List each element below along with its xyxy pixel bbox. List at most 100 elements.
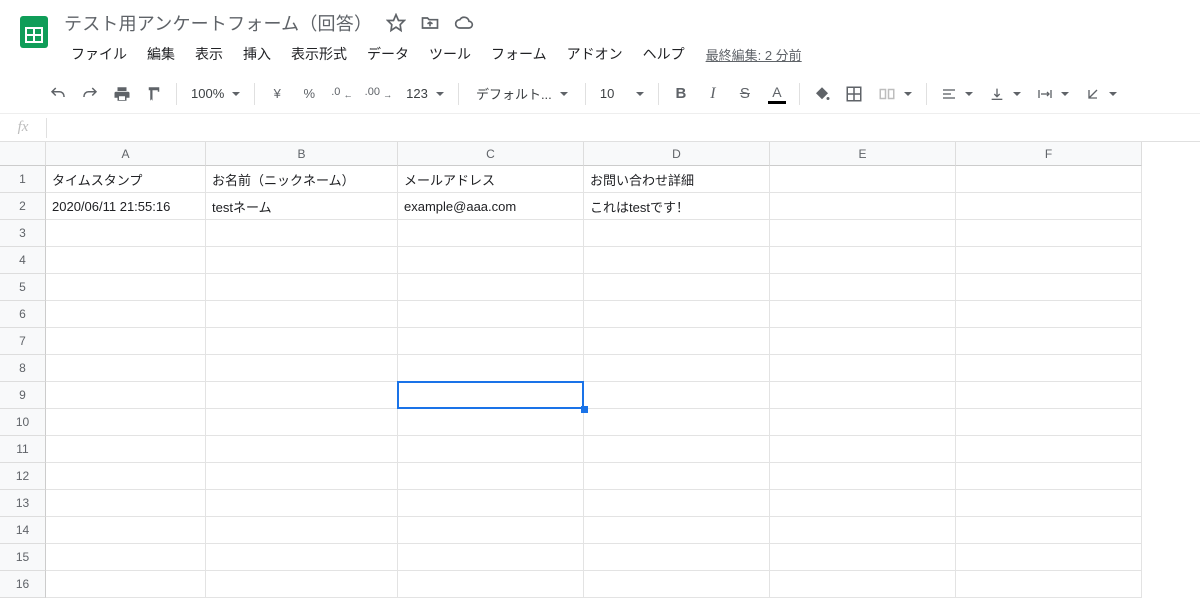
cell-C2[interactable]: example@aaa.com: [398, 193, 584, 220]
cell-B8[interactable]: [206, 355, 398, 382]
cell-D12[interactable]: [584, 463, 770, 490]
print-button[interactable]: [108, 80, 136, 108]
cell-D7[interactable]: [584, 328, 770, 355]
cell-B15[interactable]: [206, 544, 398, 571]
cell-B14[interactable]: [206, 517, 398, 544]
decrease-decimal-button[interactable]: .0 ←: [327, 80, 356, 108]
row-header[interactable]: 14: [0, 517, 46, 544]
col-header-E[interactable]: E: [770, 142, 956, 166]
cell-A3[interactable]: [46, 220, 206, 247]
cell-D13[interactable]: [584, 490, 770, 517]
document-title[interactable]: テスト用アンケートフォーム（回答）: [64, 10, 372, 36]
text-wrap-button[interactable]: [1031, 80, 1075, 108]
zoom-select[interactable]: 100%: [185, 80, 246, 108]
cell-A9[interactable]: [46, 382, 206, 409]
increase-decimal-button[interactable]: .00 →: [361, 80, 397, 108]
cell-F14[interactable]: [956, 517, 1142, 544]
row-header[interactable]: 4: [0, 247, 46, 274]
cell-C13[interactable]: [398, 490, 584, 517]
cell-A15[interactable]: [46, 544, 206, 571]
cell-E3[interactable]: [770, 220, 956, 247]
text-color-button[interactable]: A: [763, 80, 791, 108]
cell-B12[interactable]: [206, 463, 398, 490]
menu-help[interactable]: ヘルプ: [634, 40, 694, 68]
cell-C4[interactable]: [398, 247, 584, 274]
row-header[interactable]: 3: [0, 220, 46, 247]
row-header[interactable]: 15: [0, 544, 46, 571]
cell-B3[interactable]: [206, 220, 398, 247]
cell-A13[interactable]: [46, 490, 206, 517]
menu-file[interactable]: ファイル: [62, 40, 136, 68]
cell-C16[interactable]: [398, 571, 584, 598]
cell-B1[interactable]: お名前（ニックネーム）: [206, 166, 398, 193]
row-header[interactable]: 16: [0, 571, 46, 598]
row-header[interactable]: 1: [0, 166, 46, 193]
cell-B6[interactable]: [206, 301, 398, 328]
menu-view[interactable]: 表示: [186, 40, 232, 68]
cell-C14[interactable]: [398, 517, 584, 544]
cell-B5[interactable]: [206, 274, 398, 301]
undo-button[interactable]: [44, 80, 72, 108]
cell-A11[interactable]: [46, 436, 206, 463]
cell-E10[interactable]: [770, 409, 956, 436]
row-header[interactable]: 5: [0, 274, 46, 301]
menu-tools[interactable]: ツール: [420, 40, 480, 68]
fill-color-button[interactable]: [808, 80, 836, 108]
cell-D6[interactable]: [584, 301, 770, 328]
col-header-B[interactable]: B: [206, 142, 398, 166]
fx-icon[interactable]: fx: [0, 119, 46, 136]
cell-D8[interactable]: [584, 355, 770, 382]
cell-F10[interactable]: [956, 409, 1142, 436]
bold-button[interactable]: B: [667, 80, 695, 108]
cell-E14[interactable]: [770, 517, 956, 544]
cell-A12[interactable]: [46, 463, 206, 490]
cell-A4[interactable]: [46, 247, 206, 274]
borders-button[interactable]: [840, 80, 868, 108]
cell-C7[interactable]: [398, 328, 584, 355]
cell-B2[interactable]: testネーム: [206, 193, 398, 220]
menu-form[interactable]: フォーム: [482, 40, 556, 68]
cell-A8[interactable]: [46, 355, 206, 382]
cell-A5[interactable]: [46, 274, 206, 301]
format-currency-button[interactable]: ¥: [263, 80, 291, 108]
cell-C8[interactable]: [398, 355, 584, 382]
cell-F7[interactable]: [956, 328, 1142, 355]
cell-E12[interactable]: [770, 463, 956, 490]
cell-E4[interactable]: [770, 247, 956, 274]
cell-A6[interactable]: [46, 301, 206, 328]
cell-B9[interactable]: [206, 382, 398, 409]
cell-A2[interactable]: 2020/06/11 21:55:16: [46, 193, 206, 220]
star-icon[interactable]: [386, 13, 406, 33]
cell-B13[interactable]: [206, 490, 398, 517]
cell-F2[interactable]: [956, 193, 1142, 220]
cell-D16[interactable]: [584, 571, 770, 598]
cell-E7[interactable]: [770, 328, 956, 355]
cell-F4[interactable]: [956, 247, 1142, 274]
vertical-align-button[interactable]: [983, 80, 1027, 108]
cell-F1[interactable]: [956, 166, 1142, 193]
cell-E2[interactable]: [770, 193, 956, 220]
cell-B4[interactable]: [206, 247, 398, 274]
cell-A7[interactable]: [46, 328, 206, 355]
cell-E16[interactable]: [770, 571, 956, 598]
cell-A16[interactable]: [46, 571, 206, 598]
cell-B7[interactable]: [206, 328, 398, 355]
cell-D1[interactable]: お問い合わせ詳細: [584, 166, 770, 193]
cell-A10[interactable]: [46, 409, 206, 436]
cell-D14[interactable]: [584, 517, 770, 544]
cell-C3[interactable]: [398, 220, 584, 247]
col-header-F[interactable]: F: [956, 142, 1142, 166]
cell-F16[interactable]: [956, 571, 1142, 598]
sheets-logo-icon[interactable]: [14, 12, 54, 52]
more-formats-select[interactable]: 123: [400, 80, 450, 108]
paint-format-button[interactable]: [140, 80, 168, 108]
cell-D4[interactable]: [584, 247, 770, 274]
menu-addons[interactable]: アドオン: [558, 40, 632, 68]
text-rotation-button[interactable]: [1079, 80, 1123, 108]
cell-D2[interactable]: これはtestです！: [584, 193, 770, 220]
cell-C9[interactable]: [398, 382, 584, 409]
cell-C5[interactable]: [398, 274, 584, 301]
row-header[interactable]: 9: [0, 382, 46, 409]
cell-E6[interactable]: [770, 301, 956, 328]
cell-C15[interactable]: [398, 544, 584, 571]
